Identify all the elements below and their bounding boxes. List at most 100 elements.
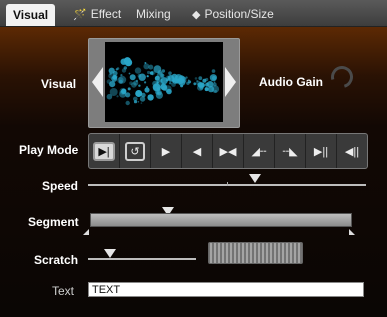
particle [204, 87, 209, 92]
previous-visual-button[interactable] [92, 67, 103, 97]
tab-mixing[interactable]: Mixing [136, 3, 171, 26]
particle [167, 75, 175, 82]
tab-position-size-label: Position/Size [204, 7, 274, 21]
visual-selector [88, 38, 240, 128]
particle [125, 100, 130, 106]
particle [109, 72, 112, 76]
particle [147, 94, 154, 101]
tab-position-size[interactable]: ◆ Position/Size [192, 3, 274, 26]
particle [149, 71, 154, 75]
speed-center-tick [227, 182, 228, 186]
tab-effect[interactable]: 🪄 Effect [73, 3, 121, 26]
speed-label: Speed [42, 179, 79, 193]
particle [125, 92, 131, 98]
visual-label: Visual [41, 77, 77, 91]
particles-image [106, 57, 220, 106]
particle [115, 68, 118, 71]
speed-slider-thumb[interactable] [248, 174, 261, 183]
scratch-wheel[interactable] [208, 242, 303, 264]
segment-label: Segment [28, 215, 79, 229]
diamond-icon: ◆ [192, 9, 201, 21]
scratch-label: Scratch [34, 253, 79, 267]
audio-gain-knob[interactable] [326, 61, 358, 93]
particle [138, 84, 141, 87]
play-mode-loop-icon: ↺ [125, 141, 145, 161]
play-mode-play-backward-icon: ◀ [192, 145, 202, 158]
particle [158, 78, 163, 83]
particle [174, 74, 183, 82]
tab-visual-label: Visual [13, 8, 49, 22]
play-mode-selector: ▶| ↺ ▶ ◀ ▶◀ ◢╌ ╌◣ ▶|| ◀|| [88, 133, 368, 169]
particle [117, 77, 124, 84]
play-mode-play-backward-button[interactable]: ◀ [182, 134, 213, 168]
particle [129, 74, 136, 81]
segment-end-handle[interactable] [349, 229, 355, 235]
play-mode-loop-button[interactable]: ↺ [120, 134, 151, 168]
particle [121, 88, 127, 94]
particle [116, 95, 119, 98]
tab-bar: Visual 🪄 Effect Mixing ◆ Position/Size [0, 0, 387, 27]
particle [120, 58, 127, 65]
particle [109, 81, 116, 88]
particle [123, 66, 127, 70]
wand-icon: 🪄 [73, 9, 87, 21]
play-mode-ping-pong-icon: ▶◀ [219, 145, 237, 158]
particle [128, 72, 131, 75]
particle [205, 82, 209, 87]
play-mode-play-forward-icon: ▶ [161, 145, 171, 158]
particle [135, 79, 138, 82]
visual-properties-panel: Visual 🪄 Effect Mixing ◆ Position/Size Vis… [0, 0, 387, 317]
particle [120, 74, 123, 77]
particle [133, 100, 138, 104]
particle [166, 90, 169, 93]
play-mode-play-pause-icon: ▶|| [313, 145, 329, 158]
particle [143, 63, 150, 70]
particle [144, 87, 150, 93]
text-label: Text [52, 284, 75, 298]
particle [214, 89, 217, 93]
particle [134, 67, 142, 74]
particle [199, 85, 204, 90]
particle [156, 82, 159, 85]
particle [109, 88, 118, 96]
segment-start-handle[interactable] [83, 229, 89, 235]
play-mode-reverse-pause-icon: ◀|| [344, 145, 360, 158]
play-mode-ramp-down-button[interactable]: ╌◣ [275, 134, 306, 168]
play-mode-ping-pong-button[interactable]: ▶◀ [213, 134, 244, 168]
particle [161, 85, 168, 91]
play-mode-label: Play Mode [19, 143, 79, 157]
particle [144, 81, 147, 84]
play-mode-ramp-down-icon: ╌◣ [282, 145, 298, 158]
particle [137, 101, 140, 103]
tab-effect-label: Effect [90, 7, 122, 21]
next-visual-button[interactable] [225, 67, 236, 97]
particle [146, 75, 149, 78]
particle [169, 82, 172, 85]
particle [168, 71, 172, 75]
play-mode-play-forward-button[interactable]: ▶ [151, 134, 182, 168]
play-mode-ramp-up-button[interactable]: ◢╌ [244, 134, 275, 168]
particle [138, 73, 146, 81]
particle [152, 85, 160, 92]
scratch-track[interactable] [88, 258, 196, 260]
visual-preview[interactable] [105, 42, 223, 122]
text-input[interactable]: TEXT [88, 282, 364, 297]
segment-range-bar[interactable] [90, 213, 352, 227]
particle [135, 90, 143, 97]
particle [202, 78, 207, 83]
play-mode-play-forward-once-icon: ▶| [93, 141, 115, 161]
particle [193, 82, 197, 86]
particle [127, 87, 131, 91]
particle [140, 102, 143, 104]
audio-gain-label: Audio Gain [259, 75, 323, 89]
particle [141, 92, 146, 98]
tab-mixing-label: Mixing [136, 7, 171, 21]
particle [131, 82, 137, 88]
tab-visual[interactable]: Visual [6, 4, 56, 26]
play-mode-play-pause-button[interactable]: ▶|| [306, 134, 337, 168]
play-mode-reverse-pause-button[interactable]: ◀|| [337, 134, 367, 168]
particle [209, 74, 217, 82]
particle [147, 70, 151, 75]
play-mode-play-forward-once-button[interactable]: ▶| [89, 134, 120, 168]
scratch-slider-thumb[interactable] [103, 249, 116, 258]
